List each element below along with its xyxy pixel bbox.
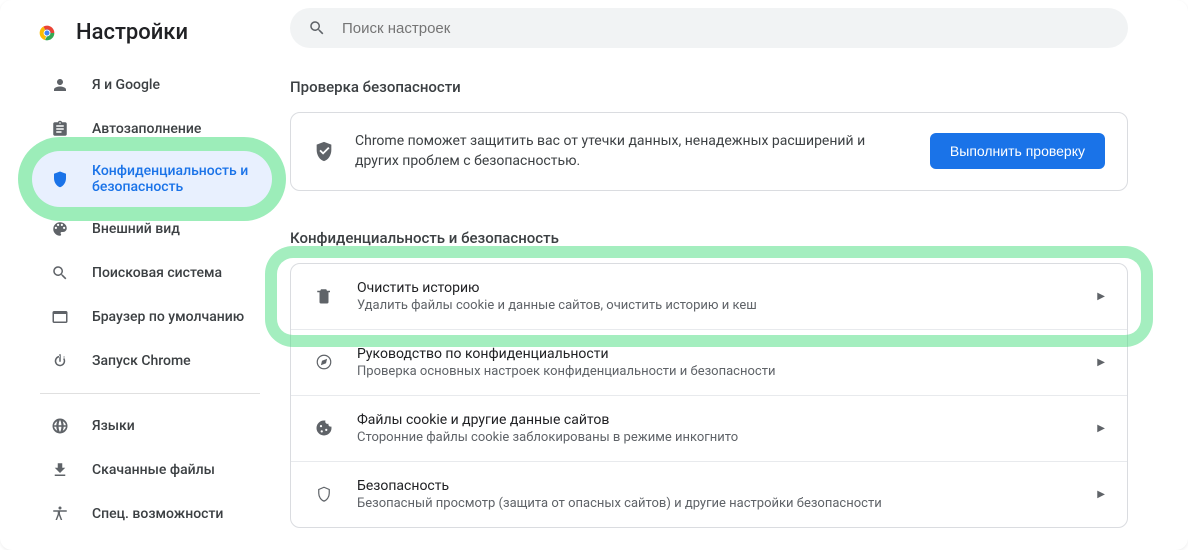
shield-check-icon: [313, 140, 335, 162]
row-clear-browsing-data[interactable]: Очистить историю Удалить файлы cookie и …: [291, 264, 1127, 329]
sidebar-item-search-engine[interactable]: Поисковая система: [0, 251, 290, 295]
palette-icon: [50, 219, 70, 239]
row-subtitle: Сторонние файлы cookie заблокированы в р…: [357, 430, 1075, 445]
row-privacy-guide[interactable]: Руководство по конфиденциальности Провер…: [291, 329, 1127, 395]
shield-icon: [50, 169, 70, 189]
sidebar-item-privacy[interactable]: Конфиденциальность и безопасность: [0, 151, 290, 207]
main-content: Проверка безопасности Chrome поможет защ…: [290, 0, 1188, 550]
chevron-right-icon: ▶: [1097, 357, 1105, 368]
sidebar-item-you-and-google[interactable]: Я и Google: [0, 63, 290, 107]
chrome-logo-icon: [36, 22, 58, 44]
row-subtitle: Безопасный просмотр (защита от опасных с…: [357, 496, 1075, 511]
sidebar-item-appearance[interactable]: Внешний вид: [0, 207, 290, 251]
page-title: Настройки: [76, 20, 188, 45]
search-bar[interactable]: [290, 8, 1128, 48]
sidebar-item-label: Поисковая система: [92, 265, 222, 281]
row-title: Руководство по конфиденциальности: [357, 346, 1075, 362]
sidebar-item-label: Запуск Chrome: [92, 353, 191, 369]
sidebar-item-autofill[interactable]: Автозаполнение: [0, 107, 290, 151]
globe-icon: [50, 416, 70, 436]
sidebar: Настройки Я и Google Автозаполнение Конф…: [0, 0, 290, 550]
safety-check-title: Проверка безопасности: [290, 78, 1128, 96]
chevron-right-icon: ▶: [1097, 489, 1105, 500]
row-title: Файлы cookie и другие данные сайтов: [357, 412, 1075, 428]
accessibility-icon: [50, 504, 70, 524]
sidebar-item-label: Спец. возможности: [92, 506, 223, 522]
sidebar-item-accessibility[interactable]: Спец. возможности: [0, 492, 290, 536]
sidebar-item-label: Браузер по умолчанию: [92, 309, 244, 325]
trash-icon: [313, 285, 335, 307]
chevron-right-icon: ▶: [1097, 423, 1105, 434]
sidebar-item-label: Скачанные файлы: [92, 462, 215, 478]
sidebar-item-default-browser[interactable]: Браузер по умолчанию: [0, 295, 290, 339]
search-icon: [308, 19, 326, 37]
shield-outline-icon: [313, 483, 335, 505]
row-security[interactable]: Безопасность Безопасный просмотр (защита…: [291, 461, 1127, 527]
safety-check-card: Chrome поможет защитить вас от утечки да…: [290, 112, 1128, 191]
sidebar-item-downloads[interactable]: Скачанные файлы: [0, 448, 290, 492]
row-title: Очистить историю: [357, 280, 1075, 296]
person-icon: [50, 75, 70, 95]
run-check-button[interactable]: Выполнить проверку: [930, 133, 1105, 169]
sidebar-item-label: Я и Google: [92, 77, 160, 93]
sidebar-divider: [40, 393, 260, 394]
search-icon: [50, 263, 70, 283]
sidebar-item-label: Внешний вид: [92, 221, 180, 237]
privacy-list-card: Очистить историю Удалить файлы cookie и …: [290, 263, 1128, 528]
privacy-section-title: Конфиденциальность и безопасность: [290, 229, 1128, 247]
row-cookies[interactable]: Файлы cookie и другие данные сайтов Стор…: [291, 395, 1127, 461]
chevron-right-icon: ▶: [1097, 291, 1105, 302]
sidebar-item-on-startup[interactable]: Запуск Chrome: [0, 339, 290, 383]
row-subtitle: Проверка основных настроек конфиденциаль…: [357, 364, 1075, 379]
download-icon: [50, 460, 70, 480]
sidebar-header: Настройки: [0, 14, 290, 63]
safety-check-message: Chrome поможет защитить вас от утечки да…: [355, 131, 910, 172]
search-input[interactable]: [342, 20, 1110, 37]
row-subtitle: Удалить файлы cookie и данные сайтов, оч…: [357, 298, 1075, 313]
sidebar-item-label: Языки: [92, 418, 135, 434]
power-icon: [50, 351, 70, 371]
row-title: Безопасность: [357, 478, 1075, 494]
clipboard-icon: [50, 119, 70, 139]
sidebar-item-label: Конфиденциальность и безопасность: [92, 163, 252, 195]
sidebar-item-languages[interactable]: Языки: [0, 404, 290, 448]
cookie-icon: [313, 417, 335, 439]
compass-icon: [313, 351, 335, 373]
sidebar-item-label: Автозаполнение: [92, 121, 201, 137]
browser-icon: [50, 307, 70, 327]
